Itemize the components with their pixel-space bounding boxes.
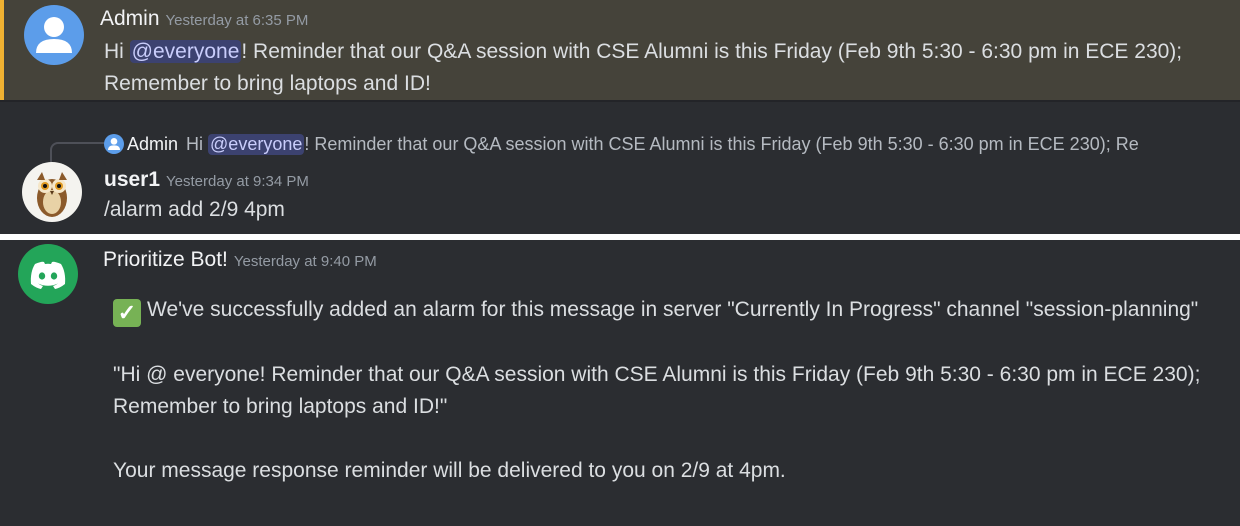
author-name[interactable]: Prioritize Bot!	[103, 248, 228, 271]
timestamp: Yesterday at 9:40 PM	[233, 253, 377, 270]
reply-mention[interactable]: @everyone	[208, 133, 305, 155]
quoted-message: "Hi @ everyone! Reminder that our Q&A se…	[113, 363, 1201, 418]
bot-message-content: ✓ We've successfully added an alarm for t…	[113, 294, 1223, 519]
reminder-footer: Your message response reminder will be d…	[113, 459, 786, 482]
message-content: Hi @everyone! Reminder that our Q&A sess…	[104, 40, 1183, 95]
owl-avatar-icon	[37, 172, 67, 217]
reply-author[interactable]: Admin	[127, 134, 178, 155]
message-admin: Admin Yesterday at 6:35 PM Hi @everyone! …	[0, 0, 1240, 100]
bot-avatar[interactable]	[18, 244, 78, 304]
message-header: Admin Yesterday at 6:35 PM	[100, 7, 308, 31]
confirmation-line: ✓ We've successfully added an alarm for t…	[113, 294, 1223, 327]
timestamp: Yesterday at 9:34 PM	[166, 173, 309, 190]
check-mark-icon: ✓	[113, 299, 141, 327]
message-header: user1 Yesterday at 9:34 PM	[104, 168, 309, 192]
author-name[interactable]: user1	[104, 168, 160, 191]
default-user-avatar-icon	[36, 17, 72, 53]
message-header: Prioritize Bot! Yesterday at 9:40 PM	[103, 248, 377, 272]
reply-reference[interactable]: Admin Hi @everyone! Reminder that our Q&…	[104, 131, 1204, 157]
reply-connector	[50, 142, 104, 162]
user1-avatar[interactable]	[22, 162, 82, 222]
message-content: /alarm add 2/9 4pm	[104, 198, 285, 221]
admin-avatar[interactable]	[24, 5, 84, 65]
discord-logo-icon	[30, 261, 66, 289]
author-name[interactable]: Admin	[100, 7, 160, 30]
timestamp: Yesterday at 6:35 PM	[165, 12, 309, 29]
everyone-mention[interactable]: @everyone	[129, 40, 242, 63]
reply-avatar-icon	[104, 134, 124, 154]
